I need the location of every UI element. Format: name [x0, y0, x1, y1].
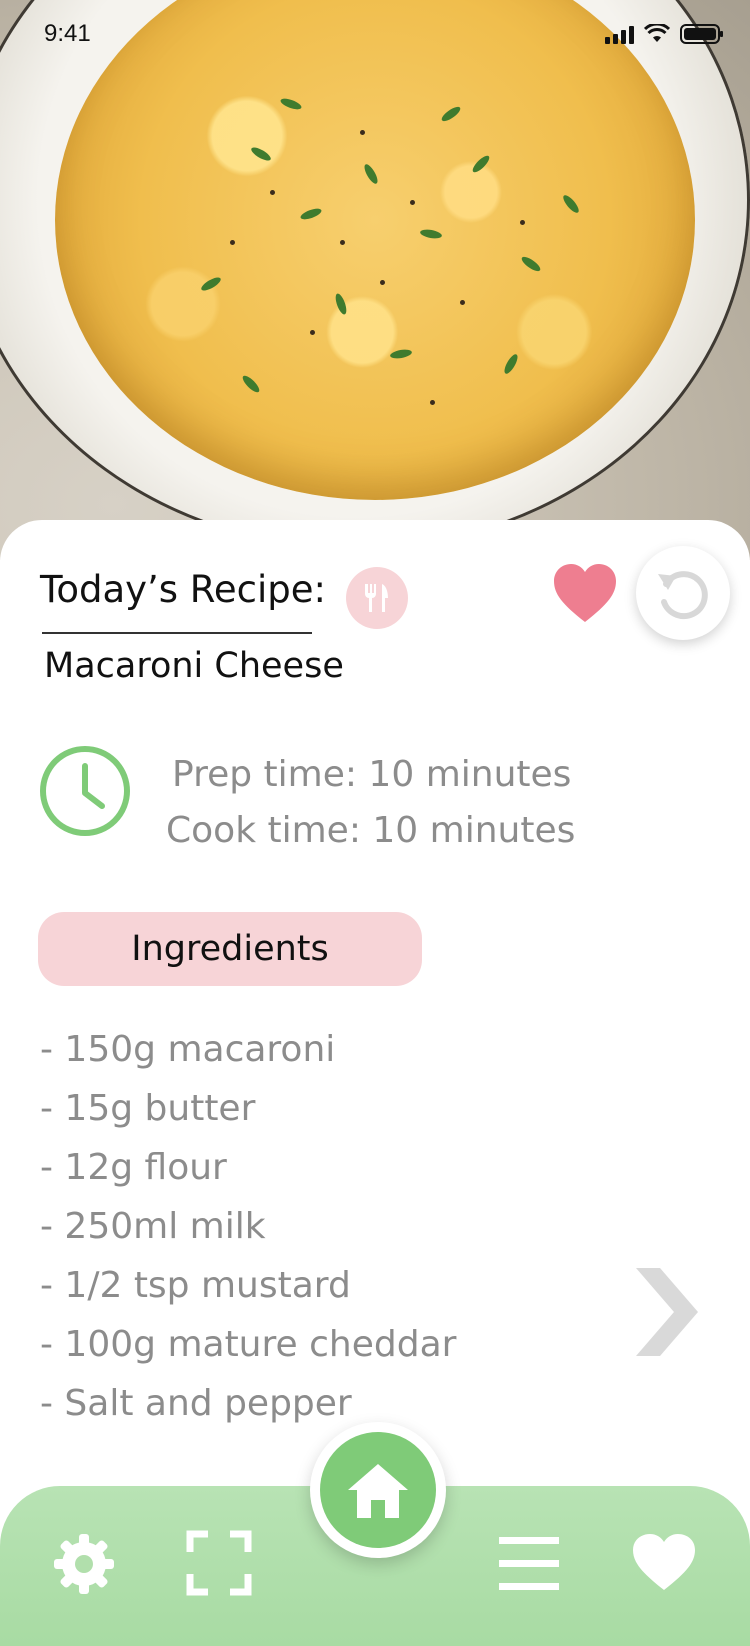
- favorite-heart-icon[interactable]: [552, 562, 618, 628]
- scan-icon: [186, 1530, 252, 1596]
- recipe-name: Macaroni Cheese: [44, 646, 344, 686]
- home-button-inner: [320, 1432, 436, 1548]
- ingredients-tab[interactable]: Ingredients: [38, 912, 422, 986]
- status-icons: [605, 24, 724, 44]
- prep-time: Prep time: 10 minutes: [172, 754, 572, 795]
- cook-time: Cook time: 10 minutes: [166, 810, 576, 851]
- clock-icon: [40, 746, 130, 836]
- list-item: - 1/2 tsp mustard: [40, 1265, 351, 1306]
- home-icon: [348, 1464, 408, 1518]
- nav-home-button[interactable]: [310, 1422, 446, 1558]
- page-title: Today’s Recipe:: [40, 568, 326, 611]
- list-item: - 12g flour: [40, 1147, 227, 1188]
- status-time: 9:41: [44, 20, 91, 47]
- heart-icon: [633, 1534, 695, 1590]
- list-item: - 150g macaroni: [40, 1029, 336, 1070]
- nav-scan-button[interactable]: [184, 1528, 254, 1598]
- recipe-screen: 9:41 Today’s Recipe: Macaroni Cheese Pre…: [0, 0, 750, 1646]
- chevron-right-icon[interactable]: [626, 1262, 706, 1362]
- ingredients-list: - 150g macaroni - 15g butter - 12g flour…: [40, 1024, 456, 1437]
- utensils-icon: [346, 567, 408, 629]
- list-item: - 100g mature cheddar: [40, 1324, 457, 1365]
- nav-favorites-button[interactable]: [628, 1530, 700, 1596]
- list-item: - 250ml milk: [40, 1206, 266, 1247]
- signal-icon: [605, 26, 634, 44]
- battery-icon: [680, 24, 723, 44]
- reload-icon: [658, 571, 708, 620]
- nav-menu-button[interactable]: [496, 1528, 562, 1598]
- gear-icon: [54, 1534, 114, 1594]
- title-underline: [42, 632, 312, 634]
- wifi-icon: [644, 24, 670, 42]
- reload-button[interactable]: [636, 546, 730, 640]
- recipe-photo: 9:41: [0, 0, 750, 560]
- menu-icon: [499, 1537, 559, 1590]
- nav-settings-button[interactable]: [48, 1528, 120, 1600]
- list-item: - 15g butter: [40, 1088, 256, 1129]
